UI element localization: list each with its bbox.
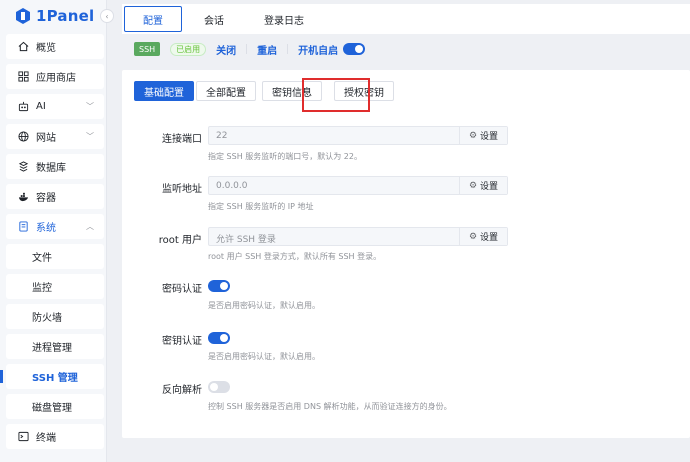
sidebar-menu: 概览 应用商店 AI ﹀ 网站 ﹀ 数据库 容器 系统 ︿ 文件 监控 防火墙 … (0, 34, 104, 454)
gear-icon: ⚙ (468, 231, 478, 242)
key-auth-hint: 是否启用密码认证，默认启用。 (208, 352, 320, 361)
chevron-down-icon: ﹀ (86, 132, 94, 141)
tab-bar: 配置 会话 登录日志 (122, 4, 690, 34)
listen-value: 0.0.0.0 (216, 181, 248, 191)
listen-set-button[interactable]: ⚙ 设置 (459, 177, 507, 194)
home-icon (18, 41, 29, 52)
sidebar-item-label: 系统 (36, 223, 56, 234)
set-label: 设置 (480, 132, 499, 142)
sidebar-item-database[interactable]: 数据库 (6, 154, 104, 179)
sidebar-item-ai[interactable]: AI ﹀ (6, 94, 104, 119)
sidebar-subitem-monitor[interactable]: 监控 (6, 274, 104, 299)
sidebar-item-label: 终端 (36, 433, 56, 444)
password-auth-label: 密码认证 (162, 284, 202, 295)
ssh-status-bar: SSH 已启用 关闭 重启 开机自启 (122, 38, 690, 60)
sidebar-item-container[interactable]: 容器 (6, 184, 104, 209)
divider (287, 44, 289, 54)
reverse-dns-hint: 控制 SSH 服务器是否启用 DNS 解析功能，从而验证连接方的身份。 (208, 402, 452, 411)
restart-button[interactable]: 重启 (257, 42, 277, 57)
port-input[interactable]: 22 ⚙ 设置 (208, 126, 508, 145)
sidebar-item-label: 进程管理 (32, 343, 72, 354)
root-hint: root 用户 SSH 登录方式，默认所有 SSH 登录。 (208, 252, 382, 261)
collapse-sidebar-button[interactable]: ‹ (100, 9, 114, 23)
sidebar-item-label: 应用商店 (36, 73, 76, 84)
robot-icon (18, 101, 29, 112)
sidebar-item-label: 文件 (32, 253, 52, 264)
sidebar-item-label: SSH 管理 (32, 373, 78, 384)
service-name-tag: SSH (134, 42, 161, 56)
config-panel: 基础配置 全部配置 密钥信息 授权密钥 连接端口 22 ⚙ 设置 指定 SSH 服… (122, 70, 690, 438)
subtab-all-config[interactable]: 全部配置 (196, 81, 256, 101)
password-auth-hint: 是否启用密码认证，默认启用。 (208, 301, 320, 310)
logo[interactable]: 1Panel (0, 0, 106, 32)
stop-button[interactable]: 关闭 (216, 42, 236, 57)
globe-icon (18, 131, 29, 142)
reverse-dns-label: 反向解析 (162, 385, 202, 396)
system-icon (18, 221, 29, 232)
root-value: 允许 SSH 登录 (216, 235, 276, 245)
sidebar-subitem-disk[interactable]: 磁盘管理 (6, 394, 104, 419)
set-label: 设置 (480, 233, 499, 243)
listen-label: 监听地址 (162, 184, 202, 195)
reverse-dns-toggle[interactable] (208, 381, 230, 393)
chevron-left-icon: ‹ (105, 11, 109, 21)
sidebar-item-label: 概览 (36, 43, 56, 54)
listen-address-input[interactable]: 0.0.0.0 ⚙ 设置 (208, 176, 508, 195)
database-icon (18, 161, 29, 172)
sidebar-subitem-files[interactable]: 文件 (6, 244, 104, 269)
root-login-input[interactable]: 允许 SSH 登录 ⚙ 设置 (208, 227, 508, 246)
sidebar-item-label: 监控 (32, 283, 52, 294)
sidebar: 1Panel 概览 应用商店 AI ﹀ 网站 ﹀ 数据库 容器 系统 ︿ 文件 … (0, 0, 107, 462)
sidebar-item-label: 网站 (36, 133, 56, 144)
sidebar-item-label: AI (36, 101, 46, 112)
tab-login-log[interactable]: 登录日志 (246, 7, 322, 31)
sidebar-item-label: 防火墙 (32, 313, 62, 324)
root-set-button[interactable]: ⚙ 设置 (459, 228, 507, 245)
tab-sessions[interactable]: 会话 (186, 7, 242, 31)
listen-hint: 指定 SSH 服务监听的 IP 地址 (208, 202, 314, 211)
autostart-label: 开机自启 (298, 45, 339, 57)
root-label: root 用户 (158, 235, 202, 246)
gear-icon: ⚙ (468, 130, 478, 141)
apps-icon (18, 71, 29, 82)
status-badge: 已启用 (170, 42, 207, 56)
key-auth-label: 密钥认证 (162, 336, 202, 347)
divider (246, 44, 248, 54)
terminal-icon (18, 431, 29, 442)
chevron-down-icon: ﹀ (86, 102, 94, 111)
gear-icon: ⚙ (468, 180, 478, 191)
autostart-toggle[interactable] (343, 43, 366, 55)
sidebar-item-label: 磁盘管理 (32, 403, 72, 414)
port-label: 连接端口 (162, 134, 202, 145)
sidebar-item-terminal[interactable]: 终端 (6, 424, 104, 449)
key-auth-toggle[interactable] (208, 332, 230, 344)
highlight-annotation (302, 78, 370, 112)
sidebar-subitem-firewall[interactable]: 防火墙 (6, 304, 104, 329)
port-value: 22 (216, 131, 228, 141)
sidebar-item-system[interactable]: 系统 ︿ (6, 214, 104, 239)
sidebar-item-website[interactable]: 网站 ﹀ (6, 124, 104, 149)
logo-icon (16, 8, 30, 24)
subtab-basic-config[interactable]: 基础配置 (134, 81, 194, 101)
container-icon (18, 191, 29, 202)
logo-text: 1Panel (36, 7, 95, 25)
tab-config[interactable]: 配置 (124, 6, 182, 32)
port-hint: 指定 SSH 服务监听的端口号，默认为 22。 (208, 152, 362, 161)
sidebar-item-label: 数据库 (36, 163, 66, 174)
chevron-up-icon: ︿ (86, 222, 94, 231)
sidebar-subitem-ssh[interactable]: SSH 管理 (0, 364, 104, 389)
set-label: 设置 (480, 182, 499, 192)
sidebar-item-app-store[interactable]: 应用商店 (6, 64, 104, 89)
port-set-button[interactable]: ⚙ 设置 (459, 127, 507, 144)
sidebar-subitem-process[interactable]: 进程管理 (6, 334, 104, 359)
sidebar-item-overview[interactable]: 概览 (6, 34, 104, 59)
sidebar-item-label: 容器 (36, 193, 56, 204)
password-auth-toggle[interactable] (208, 280, 230, 292)
